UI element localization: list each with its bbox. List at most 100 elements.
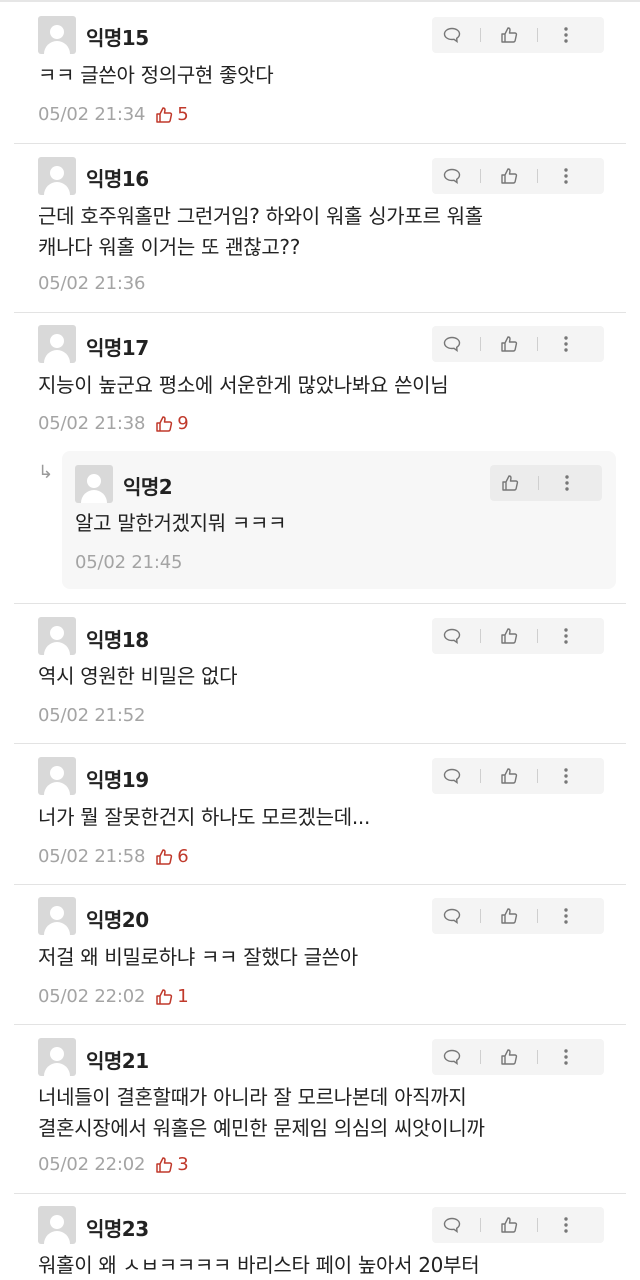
comment-meta: 05/02 22:02 1	[38, 986, 189, 1007]
reply-text: 알고 말한거겠지뭐 ㅋㅋㅋ	[75, 511, 287, 535]
divider	[14, 143, 626, 144]
reply-arrow-icon: ↳	[38, 462, 54, 483]
avatar	[38, 757, 76, 795]
comment-author: 익명19	[86, 768, 149, 792]
action-separator	[480, 1050, 481, 1064]
like-count: 5	[155, 104, 189, 125]
comment-actions	[432, 158, 604, 194]
comment-meta: 05/02 21:34 5	[38, 104, 189, 125]
avatar	[38, 1038, 76, 1076]
comment-text: 캐나다 워홀 이거는 또 괜찮고??	[38, 235, 301, 259]
comment-icon[interactable]	[432, 1039, 472, 1075]
more-vertical-icon[interactable]	[546, 17, 586, 53]
comment-time: 05/02 21:34	[38, 104, 146, 125]
comment-icon[interactable]	[432, 898, 472, 934]
comment-author: 익명15	[86, 26, 149, 50]
comment-icon[interactable]	[432, 1207, 472, 1243]
more-vertical-icon[interactable]	[546, 1039, 586, 1075]
comment-time: 05/02 21:38	[38, 413, 146, 434]
comment-actions	[432, 1039, 604, 1075]
reply-item: 익명2 알고 말한거겠지뭐 ㅋㅋㅋ 05/02 21:45	[62, 451, 616, 589]
action-separator	[538, 476, 539, 490]
top-divider	[0, 0, 640, 2]
thumbs-up-icon[interactable]	[489, 158, 529, 194]
action-separator	[537, 337, 538, 351]
comment-text: 결혼시장에서 워홀은 예민한 문제임 의심의 씨앗이니까	[38, 1116, 485, 1140]
like-count: 9	[155, 413, 189, 434]
more-vertical-icon[interactable]	[546, 1207, 586, 1243]
more-vertical-icon[interactable]	[547, 465, 587, 501]
more-vertical-icon[interactable]	[546, 618, 586, 654]
action-separator	[537, 1050, 538, 1064]
reply-actions	[490, 465, 602, 501]
thumbs-up-icon	[156, 988, 173, 1005]
reply-meta: 05/02 21:45	[75, 552, 182, 573]
thumbs-up-icon	[156, 415, 173, 432]
action-separator	[537, 169, 538, 183]
comment-meta: 05/02 22:02 3	[38, 1154, 189, 1175]
thumbs-up-icon[interactable]	[489, 1039, 529, 1075]
comment-time: 05/02 21:36	[38, 273, 146, 294]
action-separator	[480, 337, 481, 351]
thumbs-up-icon	[156, 1156, 173, 1173]
divider	[14, 1024, 626, 1025]
comment-text: 역시 영원한 비밀은 없다	[38, 664, 238, 688]
divider	[14, 312, 626, 313]
more-vertical-icon[interactable]	[546, 898, 586, 934]
divider	[14, 1193, 626, 1194]
reply-time: 05/02 21:45	[75, 552, 183, 573]
comment-text: 너가 뭘 잘못한건지 하나도 모르겠는데...	[38, 805, 371, 829]
thumbs-up-icon[interactable]	[490, 465, 530, 501]
divider	[14, 603, 626, 604]
comment-icon[interactable]	[432, 158, 472, 194]
comment-time: 05/02 21:52	[38, 705, 146, 726]
avatar	[38, 617, 76, 655]
comment-author: 익명23	[86, 1217, 149, 1241]
thumbs-up-icon	[156, 848, 173, 865]
comment-icon[interactable]	[432, 17, 472, 53]
more-vertical-icon[interactable]	[546, 326, 586, 362]
action-separator	[480, 909, 481, 923]
comment-text: 너네들이 결혼할때가 아니라 잘 모르나본데 아직까지	[38, 1085, 467, 1109]
like-count: 6	[155, 846, 189, 867]
thumbs-up-icon[interactable]	[489, 17, 529, 53]
thumbs-up-icon[interactable]	[489, 618, 529, 654]
like-count: 3	[155, 1154, 189, 1175]
action-separator	[480, 629, 481, 643]
avatar	[38, 1206, 76, 1244]
comment-meta: 05/02 21:38 9	[38, 413, 189, 434]
comment-icon[interactable]	[432, 618, 472, 654]
thumbs-up-icon[interactable]	[489, 898, 529, 934]
more-vertical-icon[interactable]	[546, 158, 586, 194]
comment-text: ㅋㅋ 글쓴아 정의구현 좋앗다	[38, 63, 274, 87]
thumbs-up-icon[interactable]	[489, 326, 529, 362]
comment-author: 익명21	[86, 1049, 149, 1073]
avatar	[38, 897, 76, 935]
action-separator	[480, 28, 481, 42]
comment-actions	[432, 618, 604, 654]
action-separator	[537, 1218, 538, 1232]
divider	[14, 743, 626, 744]
comment-actions	[432, 758, 604, 794]
comment-icon[interactable]	[432, 326, 472, 362]
comment-icon[interactable]	[432, 758, 472, 794]
thumbs-up-icon[interactable]	[489, 758, 529, 794]
comment-author: 익명16	[86, 167, 149, 191]
action-separator	[537, 909, 538, 923]
thumbs-up-icon[interactable]	[489, 1207, 529, 1243]
comment-text: 저걸 왜 비밀로하냐 ㅋㅋ 잘했다 글쓴아	[38, 945, 358, 969]
comment-actions	[432, 1207, 604, 1243]
comment-actions	[432, 326, 604, 362]
comment-author: 익명18	[86, 628, 149, 652]
comment-author: 익명17	[86, 336, 149, 360]
comment-author: 익명20	[86, 908, 149, 932]
comment-meta: 05/02 21:36	[38, 273, 145, 294]
reply-author: 익명2	[123, 475, 173, 499]
action-separator	[537, 28, 538, 42]
comment-time: 05/02 22:02	[38, 1154, 146, 1175]
action-separator	[480, 769, 481, 783]
comment-text: 근데 호주워홀만 그런거임? 하와이 워홀 싱가포르 워홀	[38, 204, 483, 228]
more-vertical-icon[interactable]	[546, 758, 586, 794]
comment-text: 지능이 높군요 평소에 서운한게 많았나봐요 쓴이님	[38, 373, 449, 397]
action-separator	[480, 1218, 481, 1232]
